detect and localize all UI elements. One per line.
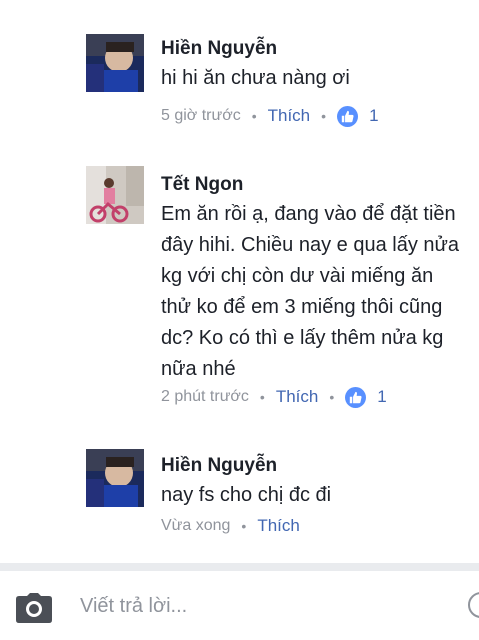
comment-line: hi hi ăn chưa nàng ơi (161, 67, 350, 89)
avatar[interactable] (86, 166, 144, 224)
comment-line: đây hihi. Chiều nay e qua lấy nửa (161, 234, 460, 256)
user-photo-icon (86, 34, 144, 92)
comment-time[interactable]: 2 phút trước (161, 388, 249, 406)
reply-input[interactable] (80, 591, 440, 621)
comment-meta: 5 giờ trước • Thích • 1 (161, 105, 379, 127)
like-button[interactable]: Thích (268, 106, 311, 126)
comment-meta: 2 phút trước • Thích • 1 (161, 386, 387, 408)
comment-line: nữa nhé (161, 358, 236, 380)
like-button[interactable]: Thích (276, 387, 319, 407)
comment-author[interactable]: Tết Ngon (161, 173, 479, 197)
avatar[interactable] (86, 34, 144, 92)
like-count[interactable]: 1 (377, 387, 386, 407)
comment-line: thử ko để em 3 miếng thôi cũng (161, 296, 443, 318)
comment-text: nay fs cho chị đc đi (161, 480, 479, 511)
composer-divider (0, 563, 479, 571)
like-count[interactable]: 1 (369, 106, 378, 126)
comment-line: nay fs cho chị đc đi (161, 484, 332, 506)
comment-time[interactable]: Vừa xong (161, 517, 230, 535)
camera-icon[interactable] (16, 593, 52, 623)
comment-line: dc? Ko có thì e lấy thêm nửa kg (161, 327, 444, 349)
separator-dot: • (259, 389, 265, 405)
comment-author[interactable]: Hiền Nguyễn (161, 37, 479, 61)
sticker-icon[interactable] (468, 592, 479, 618)
thumbs-up-icon[interactable] (345, 386, 367, 408)
separator-dot: • (321, 108, 327, 124)
user-photo-icon (86, 166, 144, 224)
separator-dot: • (241, 518, 247, 534)
user-photo-icon (86, 449, 144, 507)
comment-time[interactable]: 5 giờ trước (161, 107, 241, 125)
comment-text: Em ăn rồi ạ, đang vào để đặt tiền đây hi… (161, 199, 479, 385)
separator-dot: • (251, 108, 257, 124)
reply-composer (0, 571, 479, 640)
comment-line: kg với chị còn dư vài miếng ăn (161, 265, 434, 287)
separator-dot: • (329, 389, 335, 405)
comment-author[interactable]: Hiền Nguyễn (161, 454, 479, 478)
thumbs-up-icon[interactable] (337, 105, 359, 127)
avatar[interactable] (86, 449, 144, 507)
comment-text: hi hi ăn chưa nàng ơi (161, 63, 479, 94)
like-button[interactable]: Thích (257, 516, 300, 536)
comment-meta: Vừa xong • Thích (161, 515, 300, 537)
comment-line: Em ăn rồi ạ, đang vào để đặt tiền (161, 203, 456, 225)
